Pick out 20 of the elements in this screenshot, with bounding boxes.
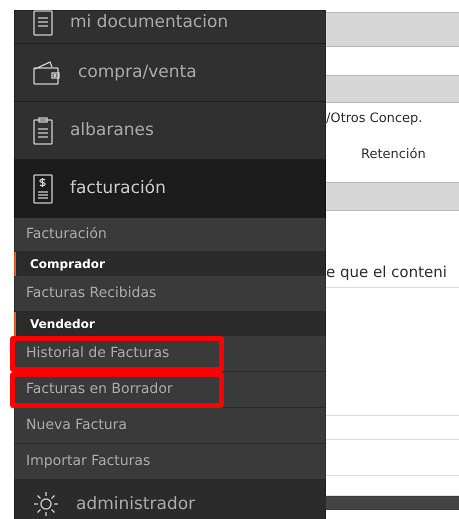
submenu-title: Facturación <box>14 218 326 252</box>
column-label: /Otros Concep. <box>326 110 424 128</box>
nav-item[interactable]: facturación <box>14 160 326 218</box>
nav-item[interactable]: mi documentacion <box>14 10 326 44</box>
invoice-icon <box>32 174 54 204</box>
nav-label: compra/venta <box>78 61 197 84</box>
nav-label: facturación <box>70 176 166 200</box>
document-icon <box>32 10 54 36</box>
submenu-item[interactable]: Importar Facturas <box>14 444 326 480</box>
nav-label: mi documentacion <box>70 11 228 34</box>
nav-item[interactable]: albaranes <box>14 102 326 160</box>
message-text: e que el conteni <box>326 261 459 288</box>
nav-item[interactable]: compra/venta <box>14 44 326 102</box>
column-label: Retención <box>360 146 427 164</box>
submenu-item[interactable]: Nueva Factura <box>14 408 326 444</box>
submenu-item[interactable]: Facturas Recibidas <box>14 276 326 312</box>
nav-label: administrador <box>76 492 196 516</box>
clipboard-icon <box>32 116 54 145</box>
nav-label: albaranes <box>70 118 154 142</box>
wallet-icon <box>32 60 62 86</box>
